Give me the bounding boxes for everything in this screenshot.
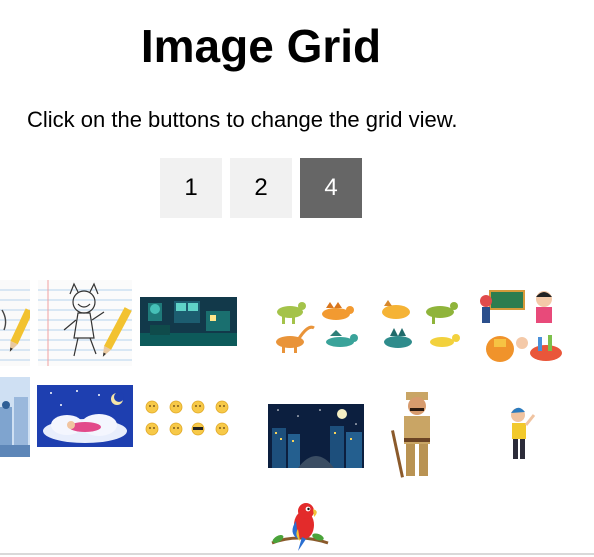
red-parrot-image bbox=[268, 499, 332, 553]
grid-1-column-button[interactable]: 1 bbox=[160, 158, 222, 218]
page-title: Image Grid bbox=[140, 20, 382, 72]
pencil-notebook-edge-image bbox=[0, 280, 30, 366]
back-to-school-kids-image bbox=[478, 287, 566, 367]
bottom-divider bbox=[0, 553, 594, 555]
boy-waving-cartoon-image bbox=[506, 403, 538, 465]
night-room-illustration-image bbox=[140, 297, 237, 346]
grid-2-column-button[interactable]: 2 bbox=[230, 158, 292, 218]
sketch-character-notebook-image bbox=[38, 280, 132, 366]
night-city-road-image bbox=[268, 404, 364, 468]
dinosaurs-colorful-set-image bbox=[376, 296, 466, 358]
grid-4-column-button[interactable]: 4 bbox=[300, 158, 362, 218]
dinosaurs-set-image bbox=[270, 296, 366, 358]
police-officer-cartoon-image bbox=[390, 390, 444, 482]
city-edge-image bbox=[0, 377, 30, 457]
sleeping-on-clouds-image bbox=[37, 385, 133, 447]
page-subtitle: Click on the buttons to change the grid … bbox=[27, 107, 458, 132]
emoji-faces-image bbox=[140, 395, 236, 441]
